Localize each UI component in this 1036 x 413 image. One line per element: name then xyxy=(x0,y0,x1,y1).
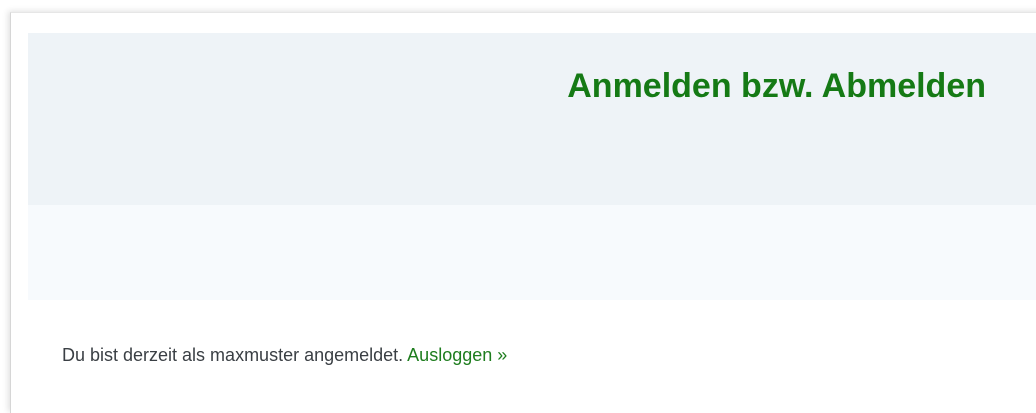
logout-link[interactable]: Ausloggen » xyxy=(407,345,507,365)
login-status: Du bist derzeit als maxmuster angemeldet… xyxy=(62,343,507,367)
header-banner xyxy=(28,33,1036,205)
sub-header-band xyxy=(28,205,1036,300)
page-title: Anmelden bzw. Abmelden xyxy=(567,67,986,105)
login-status-text: Du bist derzeit als maxmuster angemeldet… xyxy=(62,345,404,365)
